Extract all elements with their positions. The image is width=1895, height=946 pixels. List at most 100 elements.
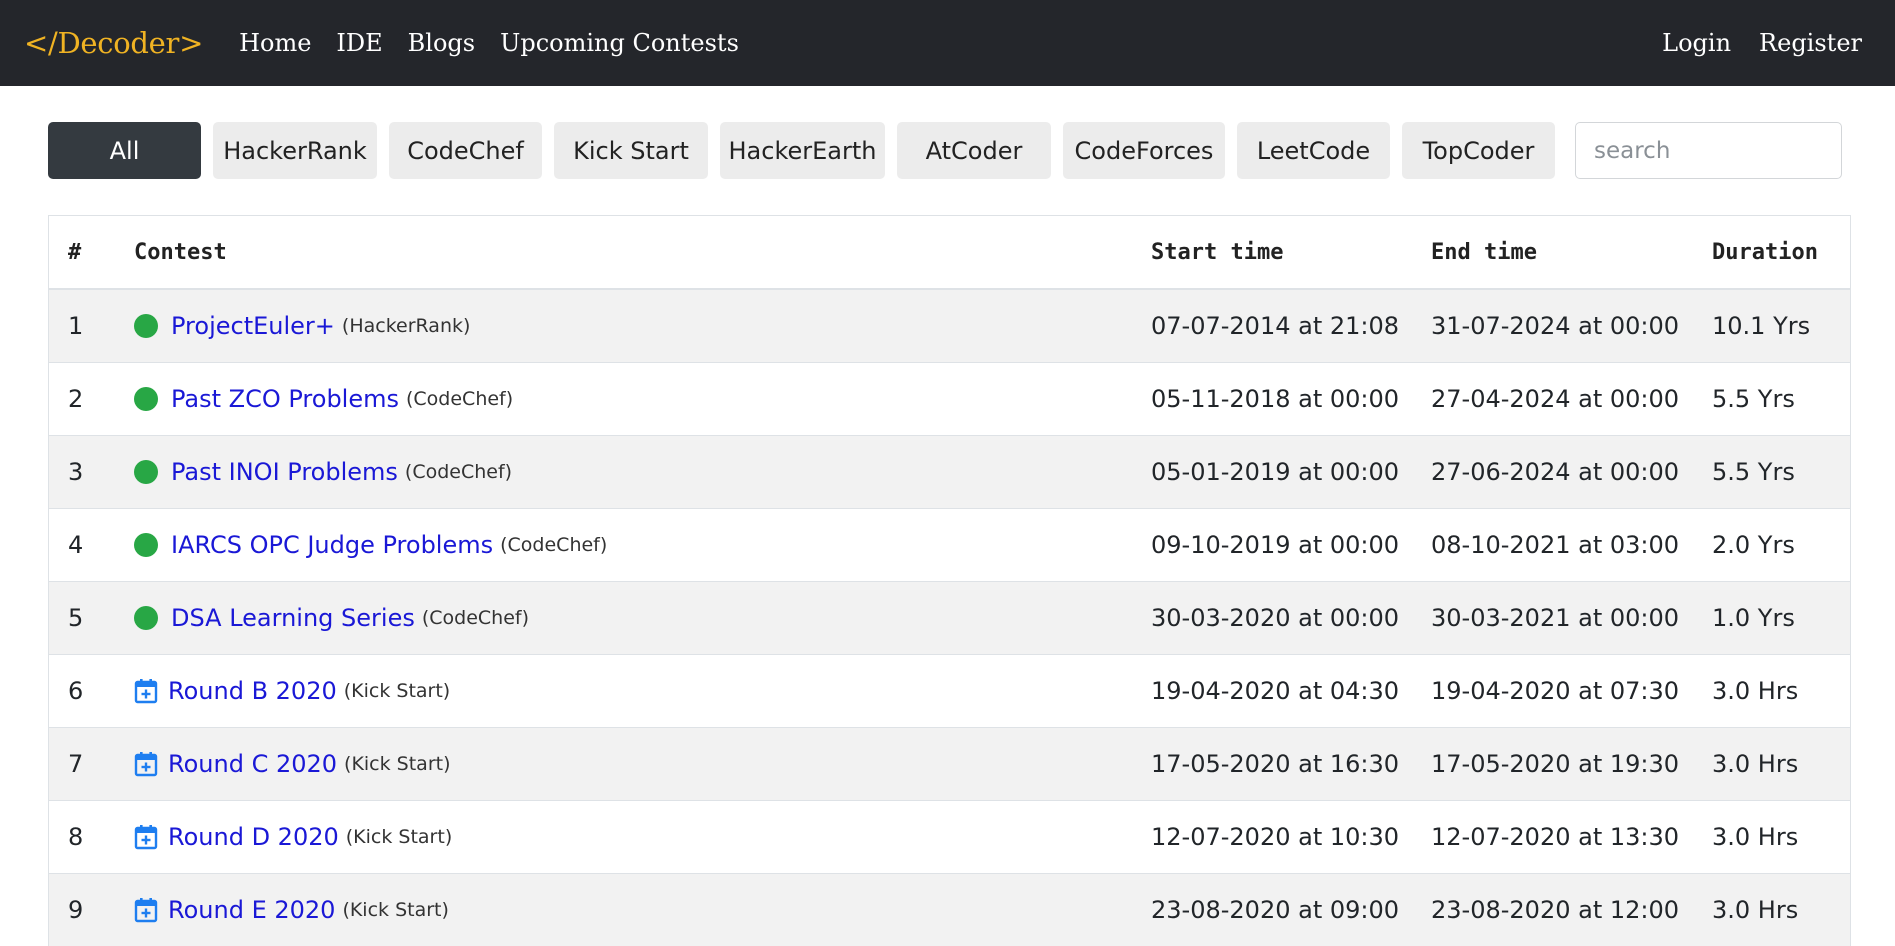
duration: 2.0 Yrs: [1693, 507, 1850, 581]
table-row: 4 IARCS OPC Judge Problems (CodeChef) 09…: [49, 507, 1850, 581]
table-header: # Contest Start time End time Duration: [49, 216, 1850, 290]
row-number: 5: [49, 580, 115, 654]
filter-kickstart-button[interactable]: Kick Start: [554, 122, 708, 179]
row-number: 4: [49, 507, 115, 581]
filter-all-button[interactable]: All: [48, 122, 201, 179]
end-time: 30-03-2021 at 00:00: [1412, 580, 1693, 654]
start-time: 07-07-2014 at 21:08: [1132, 288, 1412, 362]
contest-cell: Round C 2020 (Kick Start): [115, 726, 1132, 800]
calendar-plus-icon[interactable]: [134, 751, 158, 777]
end-time: 19-04-2020 at 07:30: [1412, 653, 1693, 727]
start-time: 05-11-2018 at 00:00: [1132, 361, 1412, 435]
nav-right: Login Register: [1634, 29, 1862, 57]
end-time: 27-04-2024 at 00:00: [1412, 361, 1693, 435]
start-time: 17-05-2020 at 16:30: [1132, 726, 1412, 800]
filter-topcoder-button[interactable]: TopCoder: [1402, 122, 1555, 179]
row-number: 3: [49, 434, 115, 508]
contest-link[interactable]: Round B 2020: [168, 677, 337, 705]
filter-codeforces-button[interactable]: CodeForces: [1063, 122, 1225, 179]
calendar-plus-icon[interactable]: [134, 897, 158, 923]
contest-link[interactable]: Past INOI Problems: [171, 458, 398, 486]
row-number: 2: [49, 361, 115, 435]
calendar-plus-icon[interactable]: [134, 678, 158, 704]
row-number: 6: [49, 653, 115, 727]
calendar-plus-icon[interactable]: [134, 824, 158, 850]
table-row: 6 Round B 2020 (Kick Start) 19-04-2020 a…: [49, 653, 1850, 727]
duration: 5.5 Yrs: [1693, 434, 1850, 508]
contest-link[interactable]: Round D 2020: [168, 823, 339, 851]
filter-hackerrank-button[interactable]: HackerRank: [213, 122, 377, 179]
duration: 10.1 Yrs: [1693, 288, 1850, 362]
table-body: 1 ProjectEuler+ (HackerRank) 07-07-2014 …: [49, 288, 1850, 946]
contest-cell: IARCS OPC Judge Problems (CodeChef): [115, 507, 1132, 581]
brand-logo[interactable]: </Decoder>: [24, 26, 203, 60]
table-row: 5 DSA Learning Series (CodeChef) 30-03-2…: [49, 580, 1850, 654]
contest-link[interactable]: ProjectEuler+: [171, 312, 335, 340]
nav-link-upcoming-contests[interactable]: Upcoming Contests: [500, 29, 739, 57]
contest-platform: (Kick Start): [342, 898, 449, 921]
table-row: 2 Past ZCO Problems (CodeChef) 05-11-201…: [49, 361, 1850, 435]
row-number: 1: [49, 288, 115, 362]
contest-platform: (HackerRank): [341, 314, 471, 337]
filter-hackerearth-button[interactable]: HackerEarth: [720, 122, 885, 179]
contest-cell: DSA Learning Series (CodeChef): [115, 580, 1132, 654]
contest-platform: (CodeChef): [406, 387, 514, 410]
end-time: 23-08-2020 at 12:00: [1412, 872, 1693, 946]
contests-table: # Contest Start time End time Duration 1…: [49, 216, 1850, 946]
table-row: 3 Past INOI Problems (CodeChef) 05-01-20…: [49, 434, 1850, 508]
end-time: 27-06-2024 at 00:00: [1412, 434, 1693, 508]
contest-platform: (Kick Start): [343, 679, 451, 702]
table-row: 9 Round E 2020 (Kick Start) 23-08-2020 a…: [49, 872, 1850, 946]
contest-link[interactable]: Past ZCO Problems: [171, 385, 399, 413]
table-row: 7 Round C 2020 (Kick Start) 17-05-2020 a…: [49, 726, 1850, 800]
contest-platform: (Kick Start): [345, 825, 453, 848]
start-time: 05-01-2019 at 00:00: [1132, 434, 1412, 508]
nav-link-blogs[interactable]: Blogs: [408, 29, 475, 57]
duration: 3.0 Hrs: [1693, 872, 1850, 946]
filter-codechef-button[interactable]: CodeChef: [389, 122, 542, 179]
ongoing-status-icon: [134, 313, 158, 338]
contest-cell: Round D 2020 (Kick Start): [115, 799, 1132, 873]
nav-left: </Decoder> Home IDE Blogs Upcoming Conte…: [24, 26, 764, 60]
end-time: 08-10-2021 at 03:00: [1412, 507, 1693, 581]
header-end-time: End time: [1412, 216, 1693, 290]
start-time: 30-03-2020 at 00:00: [1132, 580, 1412, 654]
end-time: 31-07-2024 at 00:00: [1412, 288, 1693, 362]
contest-cell: Past ZCO Problems (CodeChef): [115, 361, 1132, 435]
header-row: # Contest Start time End time Duration: [49, 216, 1850, 290]
duration: 3.0 Hrs: [1693, 799, 1850, 873]
duration: 3.0 Hrs: [1693, 653, 1850, 727]
contest-link[interactable]: DSA Learning Series: [171, 604, 415, 632]
filter-leetcode-button[interactable]: LeetCode: [1237, 122, 1390, 179]
contest-platform: (CodeChef): [500, 533, 608, 556]
row-number: 8: [49, 799, 115, 873]
search-input[interactable]: [1575, 122, 1842, 179]
contest-cell: ProjectEuler+ (HackerRank): [115, 288, 1132, 362]
login-link[interactable]: Login: [1662, 29, 1731, 57]
filter-atcoder-button[interactable]: AtCoder: [897, 122, 1051, 179]
contest-platform: (CodeChef): [404, 460, 513, 483]
end-time: 17-05-2020 at 19:30: [1412, 726, 1693, 800]
table-row: 1 ProjectEuler+ (HackerRank) 07-07-2014 …: [49, 288, 1850, 362]
start-time: 19-04-2020 at 04:30: [1132, 653, 1412, 727]
register-link[interactable]: Register: [1759, 29, 1862, 57]
ongoing-status-icon: [134, 386, 158, 411]
ongoing-status-icon: [134, 605, 158, 630]
contest-link[interactable]: Round C 2020: [168, 750, 337, 778]
contest-cell: Round B 2020 (Kick Start): [115, 653, 1132, 727]
contest-link[interactable]: IARCS OPC Judge Problems: [171, 531, 493, 559]
contest-cell: Past INOI Problems (CodeChef): [115, 434, 1132, 508]
top-navbar: </Decoder> Home IDE Blogs Upcoming Conte…: [0, 0, 1895, 86]
table-row: 8 Round D 2020 (Kick Start) 12-07-2020 a…: [49, 799, 1850, 873]
start-time: 09-10-2019 at 00:00: [1132, 507, 1412, 581]
nav-link-home[interactable]: Home: [239, 29, 311, 57]
header-contest: Contest: [115, 216, 1132, 290]
contest-link[interactable]: Round E 2020: [168, 896, 335, 924]
ongoing-status-icon: [134, 532, 158, 557]
contest-platform: (Kick Start): [344, 752, 451, 775]
contests-table-container: # Contest Start time End time Duration 1…: [48, 215, 1851, 946]
header-start-time: Start time: [1132, 216, 1412, 290]
ongoing-status-icon: [134, 459, 158, 484]
duration: 1.0 Yrs: [1693, 580, 1850, 654]
nav-link-ide[interactable]: IDE: [336, 29, 382, 57]
